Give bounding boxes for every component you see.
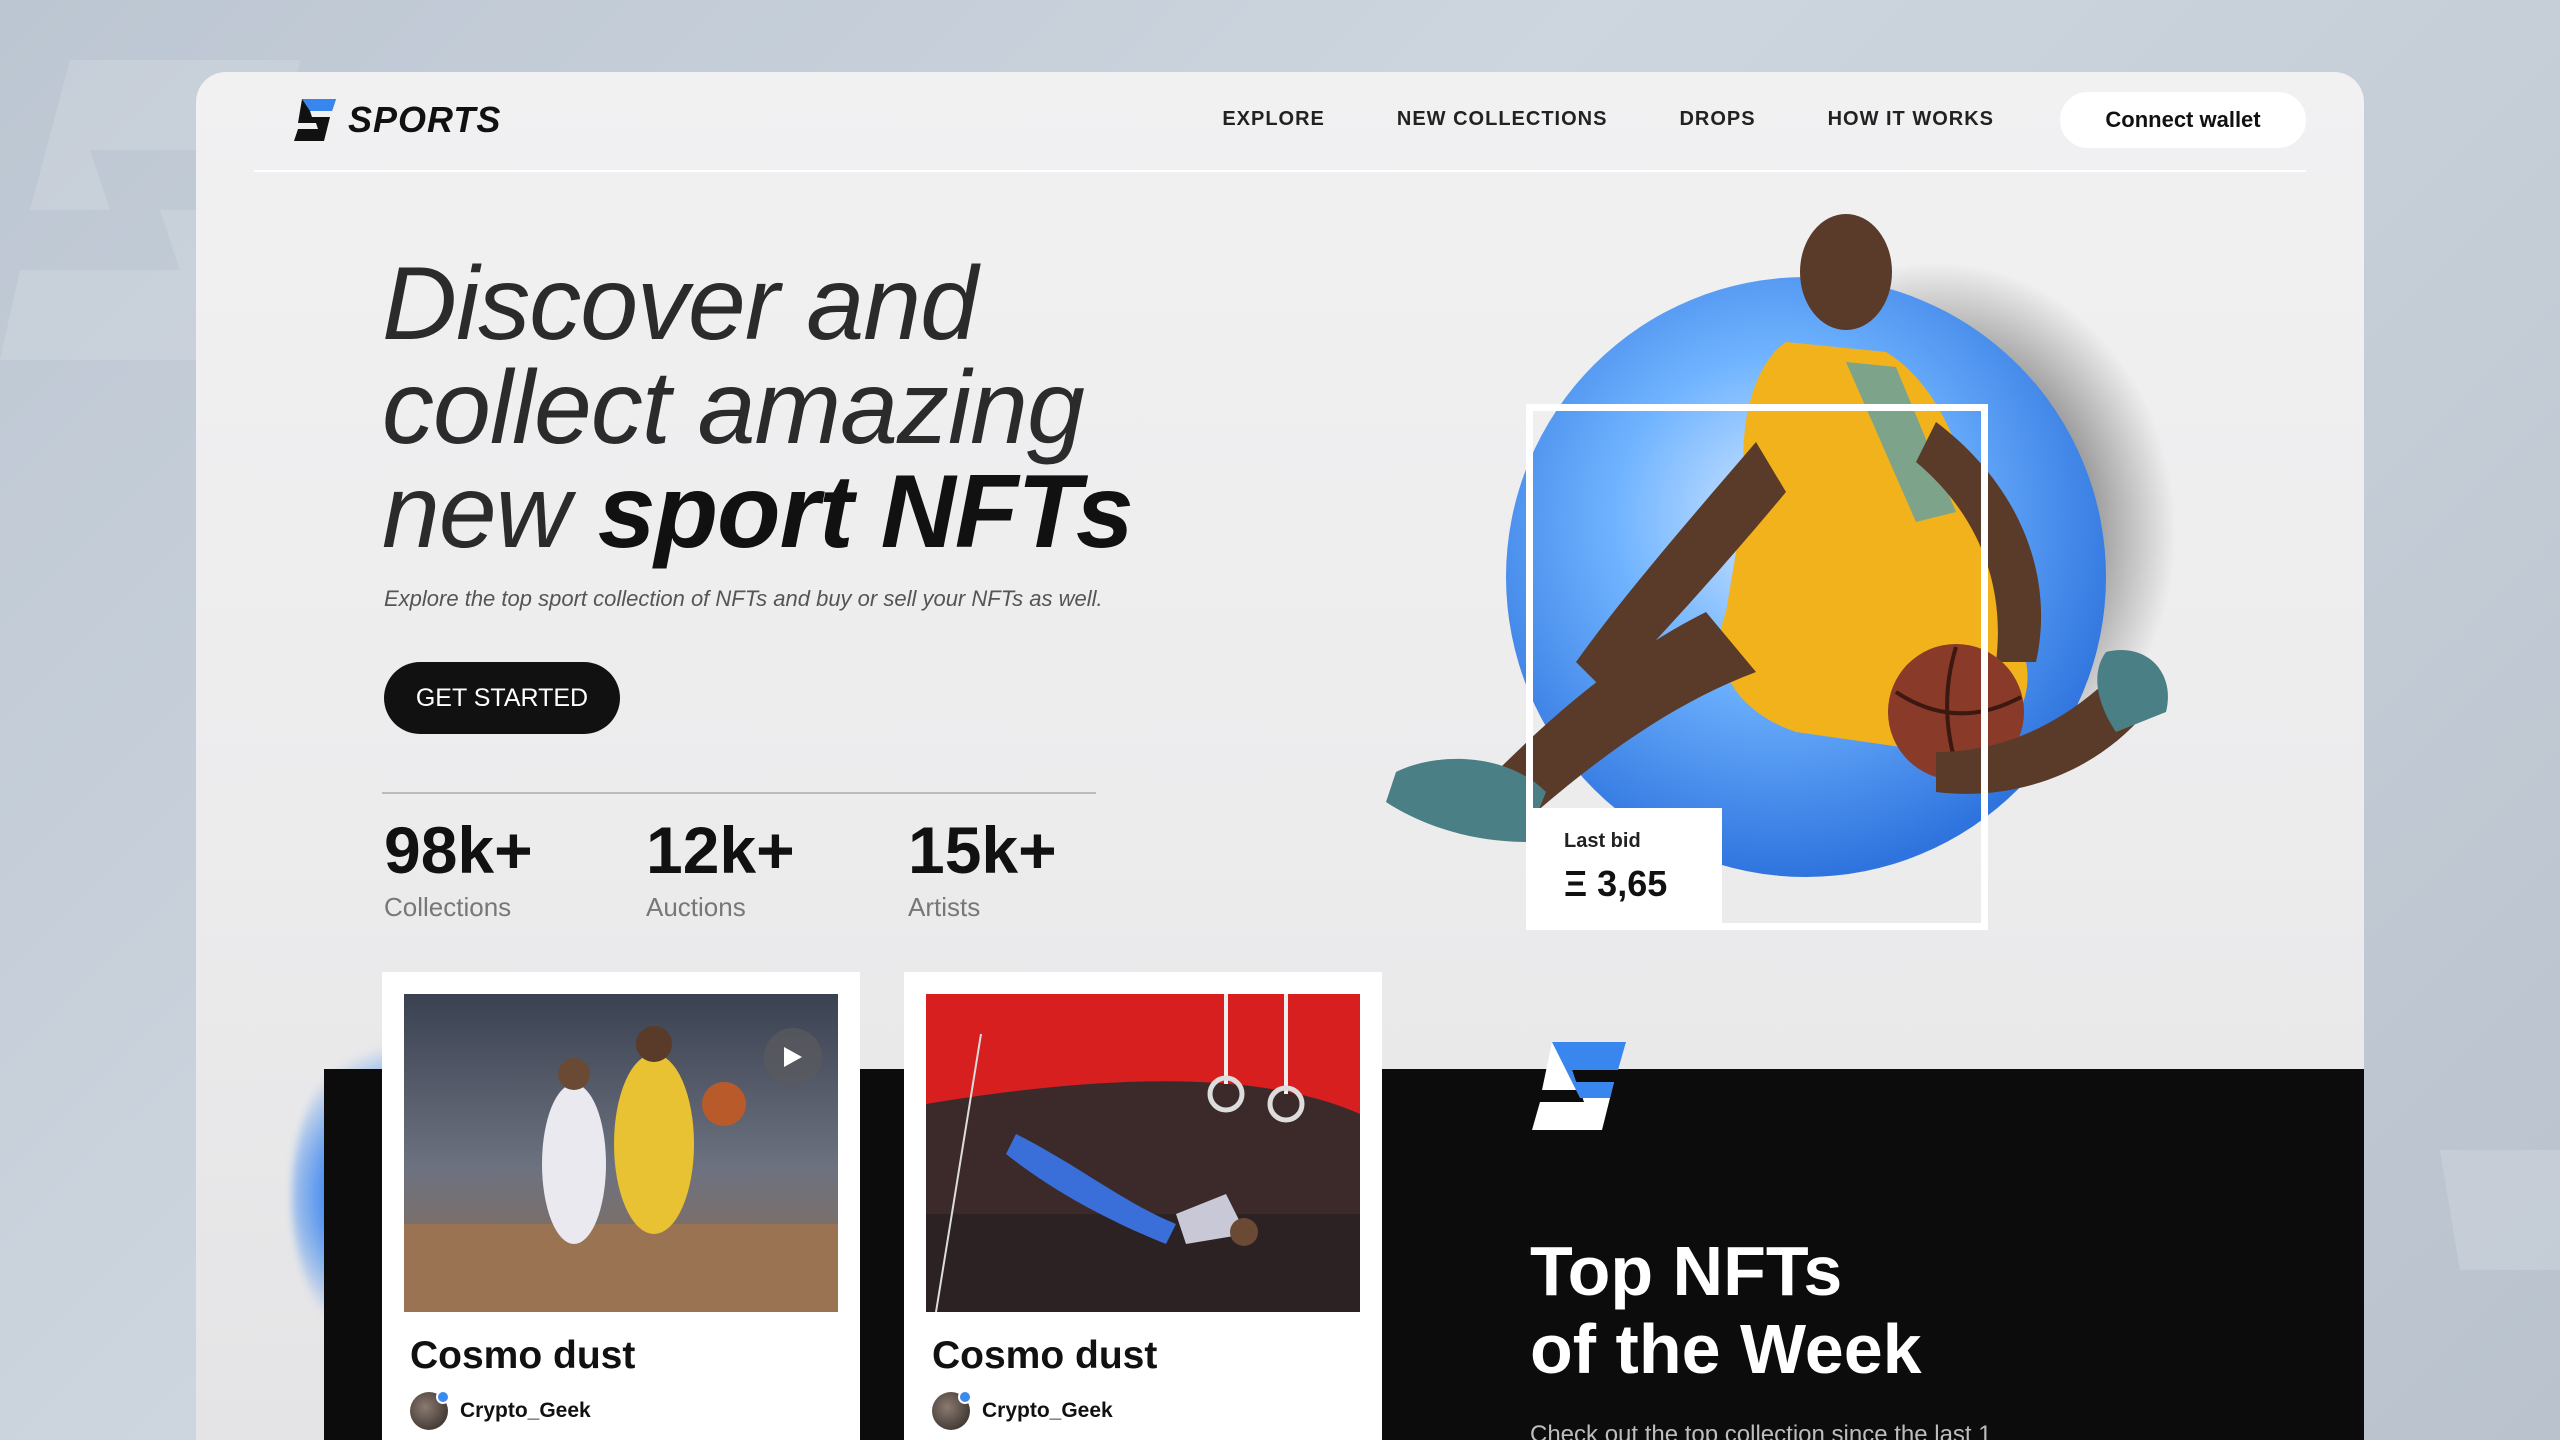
nft-card[interactable]: Cosmo dust Crypto_Geek (382, 972, 860, 1440)
stat-value: 98k+ (384, 813, 533, 887)
logo-mark-icon (1532, 1042, 1626, 1130)
verified-badge-icon (958, 1390, 972, 1404)
hero-title: Discover and collect amazing new sport N… (382, 252, 1282, 564)
browser-frame: SPORTS EXPLORE NEW COLLECTIONS DROPS HOW… (196, 72, 2364, 1440)
avatar (932, 1390, 972, 1430)
stat-label: Collections (384, 892, 512, 922)
hero-title-line3: new (382, 454, 598, 570)
last-bid-value: Ξ 3,65 (1564, 863, 1668, 904)
top-nfts-title-line2: of the Week (1530, 1310, 1922, 1388)
last-bid-card[interactable]: Last bid Ξ 3,65 (1526, 808, 1722, 930)
nft-card-author[interactable]: Crypto_Geek (932, 1390, 1360, 1430)
brand-name: SPORTS (348, 99, 502, 140)
nft-card-title: Cosmo dust (932, 1334, 1158, 1377)
nft-card[interactable]: Cosmo dust Crypto_Geek (904, 972, 1382, 1440)
stat-collections: 98k+ Collections (384, 810, 646, 923)
nav-drops[interactable]: DROPS (1679, 108, 1755, 131)
connect-wallet-button[interactable]: Connect wallet (2060, 92, 2306, 148)
author-name: Crypto_Geek (460, 1399, 591, 1422)
logo-mark-icon (294, 99, 336, 141)
nav-links: EXPLORE NEW COLLECTIONS DROPS HOW IT WOR… (1222, 108, 1994, 131)
top-nfts-title-line1: Top NFTs (1530, 1232, 1843, 1310)
gymnast-rings-image (926, 994, 1360, 1312)
stats-divider (382, 792, 1096, 794)
author-name: Crypto_Geek (982, 1399, 1113, 1422)
avatar (410, 1390, 450, 1430)
background-logo-decoration (2440, 1150, 2560, 1270)
verified-badge-icon (436, 1390, 450, 1404)
nav-how-it-works[interactable]: HOW IT WORKS (1828, 108, 1994, 131)
nav-new-collections[interactable]: NEW COLLECTIONS (1397, 108, 1608, 131)
nft-card-author[interactable]: Crypto_Geek (410, 1390, 838, 1430)
nft-card-image[interactable] (404, 994, 838, 1312)
hero-subtitle: Explore the top sport collection of NFTs… (384, 586, 1103, 611)
stat-value: 15k+ (908, 813, 1057, 887)
nft-card-image[interactable] (926, 994, 1360, 1312)
nft-card-title: Cosmo dust (410, 1334, 636, 1377)
stat-label: Auctions (646, 892, 746, 922)
hero-title-line1: Discover and (382, 246, 978, 362)
top-navigation: SPORTS EXPLORE NEW COLLECTIONS DROPS HOW… (254, 72, 2306, 172)
get-started-button[interactable]: GET STARTED (384, 662, 620, 734)
top-nfts-description: Check out the top collection since the l… (1530, 1421, 1992, 1440)
stats-row: 98k+ Collections 12k+ Auctions 15k+ Arti… (384, 810, 1170, 923)
brand-logo[interactable]: SPORTS (292, 96, 501, 144)
last-bid-label: Last bid (1564, 830, 1641, 852)
top-nfts-title: Top NFTs of the Week (1530, 1232, 1922, 1388)
stat-auctions: 12k+ Auctions (646, 810, 908, 923)
play-video-button[interactable] (764, 1028, 822, 1086)
stat-artists: 15k+ Artists (908, 810, 1170, 923)
hero-title-highlight: sport NFTs (597, 454, 1134, 570)
play-icon (784, 1047, 802, 1067)
nav-explore[interactable]: EXPLORE (1222, 108, 1325, 131)
stat-label: Artists (908, 892, 981, 922)
stat-value: 12k+ (646, 813, 795, 887)
hero-title-line2: collect amazing (382, 350, 1085, 466)
